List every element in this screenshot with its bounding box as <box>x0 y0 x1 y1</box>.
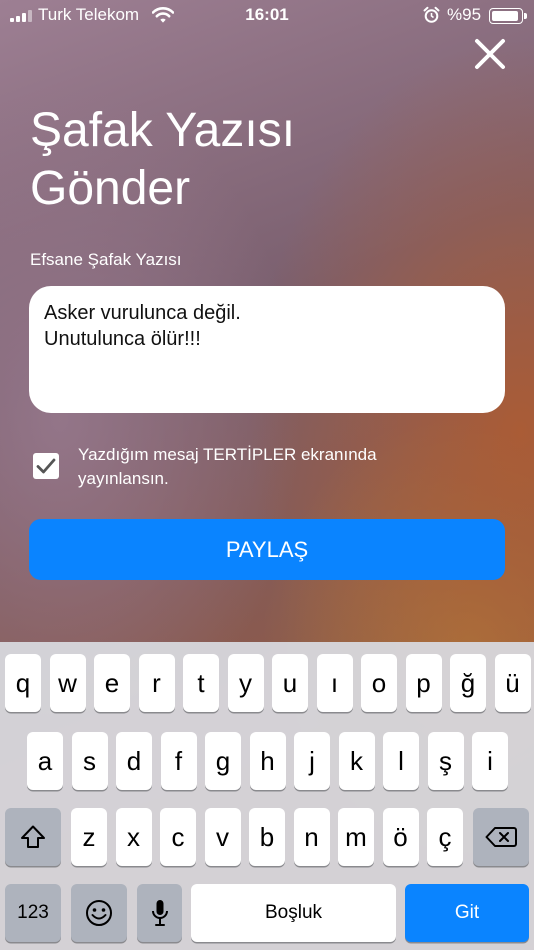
microphone-key[interactable] <box>137 884 182 942</box>
shift-key[interactable] <box>5 808 61 866</box>
key-b[interactable]: b <box>249 808 285 866</box>
key-d[interactable]: d <box>116 732 152 790</box>
message-label: Efsane Şafak Yazısı <box>30 250 182 269</box>
key-ğ[interactable]: ğ <box>450 654 486 712</box>
microphone-icon <box>151 900 168 926</box>
page-title: Şafak Yazısı Gönder <box>30 102 295 218</box>
key-q[interactable]: q <box>5 654 41 712</box>
checkmark-icon <box>36 458 56 474</box>
key-o[interactable]: o <box>361 654 397 712</box>
battery-icon <box>489 8 527 24</box>
emoji-key[interactable] <box>71 884 127 942</box>
key-ç[interactable]: ç <box>427 808 463 866</box>
key-e[interactable]: e <box>94 654 130 712</box>
go-key[interactable]: Git <box>405 884 529 942</box>
page-title-line1: Şafak Yazısı <box>30 104 296 157</box>
message-input[interactable]: Asker vurulunca değil. Unutulunca ölür!!… <box>29 286 505 413</box>
key-p[interactable]: p <box>405 654 442 712</box>
space-key[interactable]: Boşluk <box>191 884 396 942</box>
key-s[interactable]: s <box>71 732 108 790</box>
key-x[interactable]: x <box>115 808 152 866</box>
key-l[interactable]: l <box>383 732 419 790</box>
battery-percent: %95 <box>447 5 482 24</box>
key-r[interactable]: r <box>138 654 175 712</box>
alarm-icon <box>423 6 440 23</box>
key-a[interactable]: a <box>27 732 63 790</box>
key-k[interactable]: k <box>338 732 375 790</box>
share-button[interactable]: PAYLAŞ <box>29 519 505 580</box>
key-n[interactable]: n <box>293 808 330 866</box>
key-g[interactable]: g <box>205 732 241 790</box>
publish-checkbox[interactable] <box>33 453 59 479</box>
key-w[interactable]: w <box>49 654 86 712</box>
backspace-key[interactable] <box>473 808 529 866</box>
publish-checkbox-label: Yazdığım mesaj TERTİPLER ekranında yayın… <box>78 445 377 488</box>
key-u[interactable]: u <box>272 654 308 712</box>
key-y[interactable]: y <box>227 654 264 712</box>
emoji-icon <box>86 900 112 926</box>
key-j[interactable]: j <box>294 732 330 790</box>
screen: Turk Telekom 16:01 %95 Şafak Yazısı Gönd… <box>0 0 534 950</box>
key-z[interactable]: z <box>71 808 107 866</box>
keyboard: qwertyuıopğü asdfghjklşi zxcvbnmöç 123 B… <box>0 642 534 950</box>
key-v[interactable]: v <box>204 808 241 866</box>
numbers-key[interactable]: 123 <box>5 884 61 942</box>
key-c[interactable]: c <box>160 808 196 866</box>
key-ö[interactable]: ö <box>382 808 419 866</box>
shift-icon <box>21 825 45 848</box>
backspace-icon <box>485 827 517 847</box>
status-bar: Turk Telekom 16:01 %95 <box>0 0 534 32</box>
close-icon[interactable] <box>472 36 508 72</box>
key-ü[interactable]: ü <box>494 654 531 712</box>
key-t[interactable]: t <box>183 654 219 712</box>
key-ş[interactable]: ş <box>427 732 464 790</box>
key-f[interactable]: f <box>160 732 197 790</box>
page-title-line2: Gönder <box>30 162 191 215</box>
key-i[interactable]: i <box>472 732 508 790</box>
key-h[interactable]: h <box>249 732 286 790</box>
key-m[interactable]: m <box>338 808 374 866</box>
key-ı[interactable]: ı <box>316 654 353 712</box>
